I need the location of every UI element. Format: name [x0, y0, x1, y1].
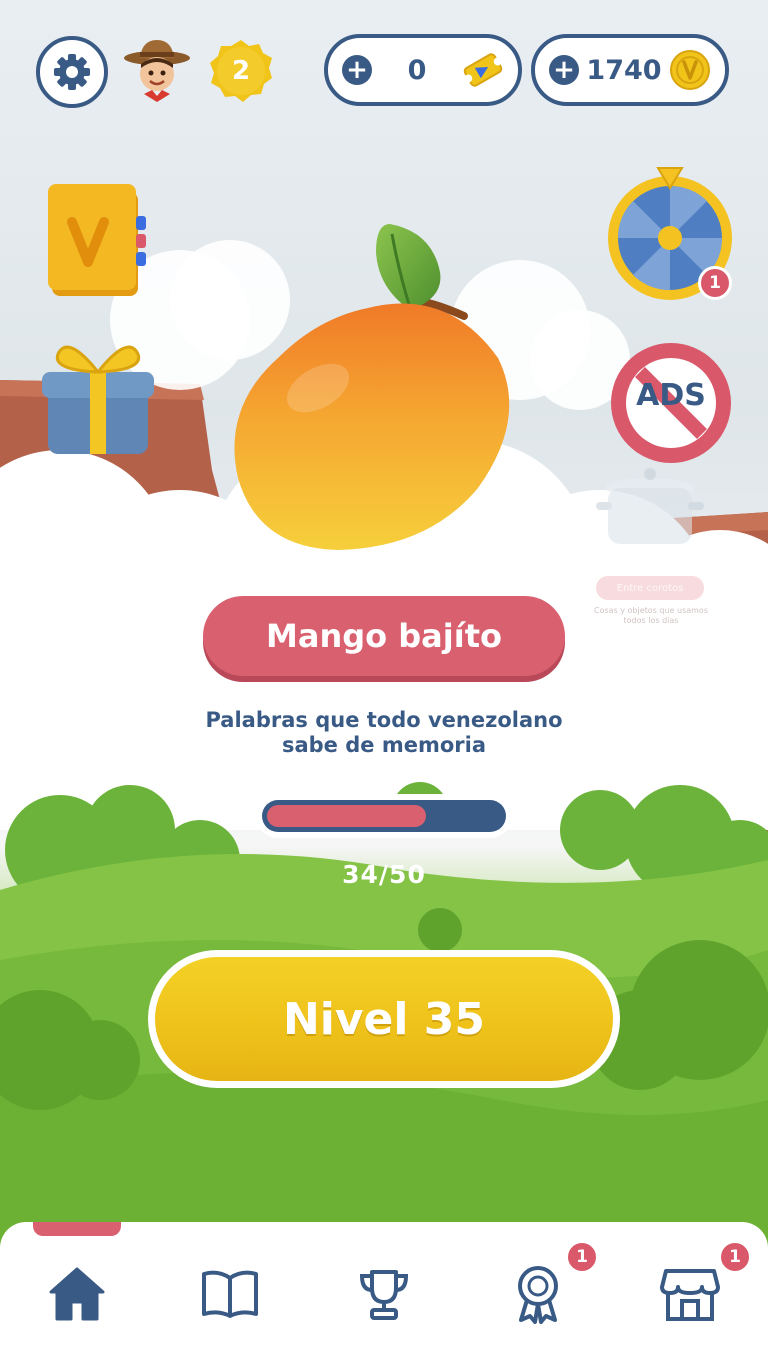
- shop-icon: [660, 1269, 720, 1321]
- tickets-value: 0: [407, 54, 427, 86]
- shop-badge: 1: [718, 1240, 752, 1274]
- nav-dictionary[interactable]: [198, 1262, 262, 1326]
- category-progress-bar: [256, 794, 512, 838]
- plus-icon[interactable]: +: [342, 55, 372, 85]
- mango-illustration: [234, 224, 510, 550]
- category-description-line1: Palabras que todo venezolano: [205, 708, 563, 732]
- coin-icon: [670, 50, 710, 90]
- play-level-label: Nivel 35: [155, 957, 613, 1081]
- next-category-subtext: Cosas y objetos que usamos todos los día…: [593, 606, 708, 625]
- achievements-badge: 1: [565, 1240, 599, 1274]
- avatar[interactable]: [122, 36, 192, 106]
- category-description: Palabras que todo venezolano sabe de mem…: [150, 708, 618, 758]
- progress-count: 34/50: [342, 860, 426, 889]
- coins-counter[interactable]: + 1740: [531, 34, 729, 106]
- coins-value: 1740: [586, 54, 662, 86]
- pot-icon: [596, 468, 704, 544]
- active-tab-indicator: [33, 1222, 121, 1236]
- progress-fill: [267, 805, 427, 827]
- dictionary-button[interactable]: [44, 178, 152, 302]
- wheel-badge: 1: [698, 266, 732, 300]
- progress-track: [262, 800, 506, 832]
- nav-shop[interactable]: [658, 1262, 722, 1326]
- tickets-counter[interactable]: + 0: [324, 34, 522, 106]
- player-level-badge: 2: [208, 38, 274, 104]
- ticket-icon: [463, 53, 503, 87]
- gear-icon: [54, 54, 90, 90]
- spin-wheel-button[interactable]: 1: [604, 166, 738, 306]
- plus-icon[interactable]: +: [549, 55, 579, 85]
- settings-button[interactable]: [36, 36, 108, 108]
- category-description-line2: sabe de memoria: [281, 733, 486, 757]
- nav-leaderboard[interactable]: [352, 1262, 416, 1326]
- category-title: Mango bajíto: [203, 596, 565, 676]
- nav-home[interactable]: [45, 1262, 109, 1326]
- player-level-value: 2: [231, 56, 251, 86]
- play-level-button[interactable]: Nivel 35: [148, 950, 620, 1088]
- trophy-icon: [359, 1270, 409, 1320]
- gift-button[interactable]: [38, 334, 158, 464]
- no-ads-button[interactable]: ADS: [606, 338, 736, 468]
- book-icon: [202, 1270, 258, 1318]
- nav-achievements[interactable]: [506, 1262, 570, 1326]
- medal-icon: [518, 1266, 558, 1324]
- no-ads-label: ADS: [636, 378, 706, 413]
- next-category-chip: Entre corotos: [596, 576, 704, 600]
- home-icon: [49, 1267, 105, 1321]
